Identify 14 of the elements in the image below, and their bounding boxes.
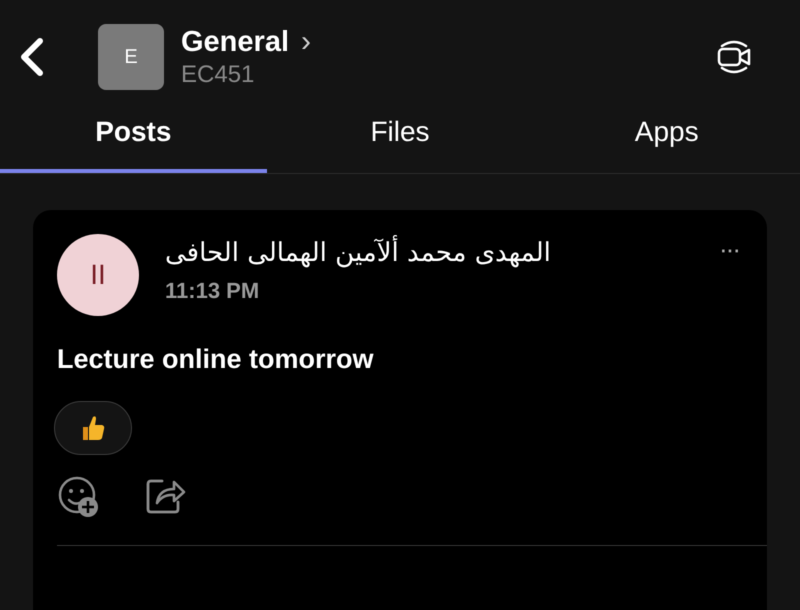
author-avatar: II (57, 234, 139, 316)
reaction-button[interactable] (54, 401, 132, 455)
chevron-icon[interactable]: › (301, 27, 311, 57)
tab[interactable]: Posts (0, 112, 267, 173)
team-name: EC451 (181, 60, 256, 88)
more-options[interactable]: ··· (719, 234, 739, 265)
channel-title[interactable]: General (181, 26, 289, 58)
thumbs-up-icon (81, 414, 105, 442)
post-time: 11:13 PM (165, 278, 260, 304)
add-reaction-icon[interactable] (57, 475, 101, 519)
post-text: Lecture online tomorrow (57, 344, 375, 375)
tab[interactable]: Apps (533, 112, 800, 173)
tab[interactable]: Files (266, 112, 534, 173)
channel-avatar: E (98, 24, 164, 90)
